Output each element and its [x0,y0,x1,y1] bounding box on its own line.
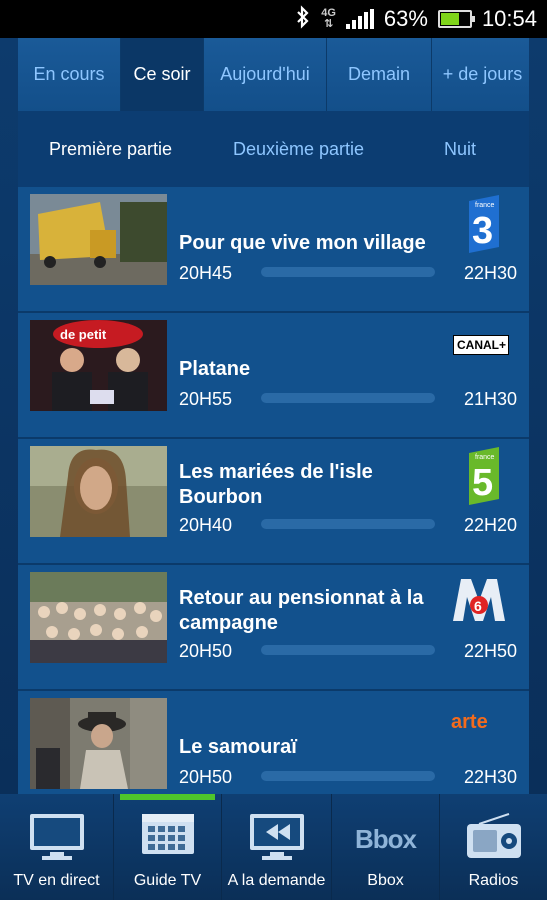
program-progress-bar [261,771,435,781]
tab-label: Ce soir [133,64,191,84]
tab-label: Aujourd'hui [220,64,310,84]
tv-guide-panel: En cours Ce soir Aujourd'hui Demain + de… [18,38,529,794]
day-tabs: En cours Ce soir Aujourd'hui Demain + de… [18,38,529,111]
nav-guide-tv[interactable]: Guide TV [114,794,222,900]
program-end-time: 22H30 [463,263,517,283]
subtab-deuxieme-partie[interactable]: Deuxième partie [233,139,364,160]
bottom-navigation: TV en direct Guide TV A la demande Bbox … [0,794,547,900]
battery-icon [437,10,475,28]
program-start-time: 20H45 [179,263,233,283]
program-progress-bar [261,645,435,655]
canal-plus-logo: CANAL+ [453,335,509,355]
svg-text:france: france [475,202,495,209]
program-progress-bar [261,267,435,277]
arte-logo: arte [451,711,509,735]
bluetooth-icon [295,4,311,34]
program-row[interactable]: de petit Platane 20H55 21H30 CANAL+ [18,313,529,439]
tab-label: + de jours [442,64,523,84]
france-3-logo: france 3 [455,195,507,253]
svg-text:3: 3 [472,210,493,252]
tab-plus-de-jours[interactable]: + de jours [432,38,529,111]
calendar-grid-icon [140,812,196,861]
program-row[interactable]: Le samouraï 20H50 22H30 arte [18,691,529,794]
program-start-time: 20H40 [179,515,233,535]
nav-radios[interactable]: Radios [440,794,547,900]
program-list: Pour que vive mon village 20H45 22H30 fr… [18,187,529,794]
france-5-logo: france 5 [455,447,507,505]
arte-logo-text: arte [451,711,488,733]
program-row[interactable]: Les mariées de l'isle Bourbon 20H40 22H2… [18,439,529,565]
program-end-time: 22H20 [463,515,517,535]
m6-logo: 6 [451,575,509,623]
svg-text:france: france [475,454,495,461]
battery-percent: 63% [383,6,428,31]
nav-a-la-demande[interactable]: A la demande [222,794,332,900]
rewind-screen-icon [248,812,306,869]
subtab-premiere-partie[interactable]: Première partie [49,139,172,160]
program-thumbnail [30,194,167,285]
tab-ce-soir[interactable]: Ce soir [121,38,204,111]
nav-bbox[interactable]: Bbox Bbox [332,794,440,900]
program-row[interactable]: Pour que vive mon village 20H45 22H30 fr… [18,187,529,313]
nav-label: A la demande [227,872,326,889]
app-area: En cours Ce soir Aujourd'hui Demain + de… [0,38,547,900]
program-thumbnail [30,698,167,789]
program-progress-bar [261,393,435,403]
program-thumbnail [30,572,167,663]
program-end-time: 22H30 [463,767,517,787]
program-start-time: 20H50 [179,641,233,661]
program-title: Pour que vive mon village [179,232,426,254]
tab-label: En cours [33,64,105,84]
signal-strength-icon [345,9,374,29]
subtab-nuit[interactable]: Nuit [444,139,476,160]
nav-label: Guide TV [133,872,202,889]
canal-plus-logo-text: CANAL+ [453,335,509,355]
svg-text:5: 5 [472,462,493,504]
network-type-icon: 4G ⇅ [321,7,336,30]
program-start-time: 20H55 [179,389,233,409]
program-title: Retour au pensionnat à la campagne [179,587,424,634]
tv-icon [28,812,86,869]
clock: 10:54 [481,6,537,31]
program-title: Le samouraï [179,736,297,758]
svg-text:6: 6 [474,598,482,614]
program-title: Platane [179,358,251,380]
program-title: Les mariées de l'isle Bourbon [179,461,373,508]
program-start-time: 20H50 [179,767,233,787]
tab-aujourdhui[interactable]: Aujourd'hui [204,38,327,111]
program-progress-bar [261,519,435,529]
tab-demain[interactable]: Demain [327,38,432,111]
program-thumbnail: de petit [30,320,167,411]
program-end-time: 21H30 [463,389,517,409]
nav-label: Bbox [367,872,404,889]
nav-tv-en-direct[interactable]: TV en direct [0,794,114,900]
svg-text:de petit: de petit [60,327,107,342]
evening-part-tabs: Première partie Deuxième partie Nuit [18,111,529,187]
bbox-logo: Bbox [355,824,417,854]
tab-label: Demain [347,64,411,84]
nav-label: TV en direct [13,872,100,889]
nav-label: Radios [468,872,519,889]
status-bar: 4G ⇅ 63% 10:54 [0,0,547,38]
program-end-time: 22H50 [463,641,517,661]
program-row[interactable]: Retour au pensionnat à la campagne 20H50… [18,565,529,691]
program-thumbnail [30,446,167,537]
tab-en-cours[interactable]: En cours [18,38,121,111]
radio-icon [465,812,523,867]
